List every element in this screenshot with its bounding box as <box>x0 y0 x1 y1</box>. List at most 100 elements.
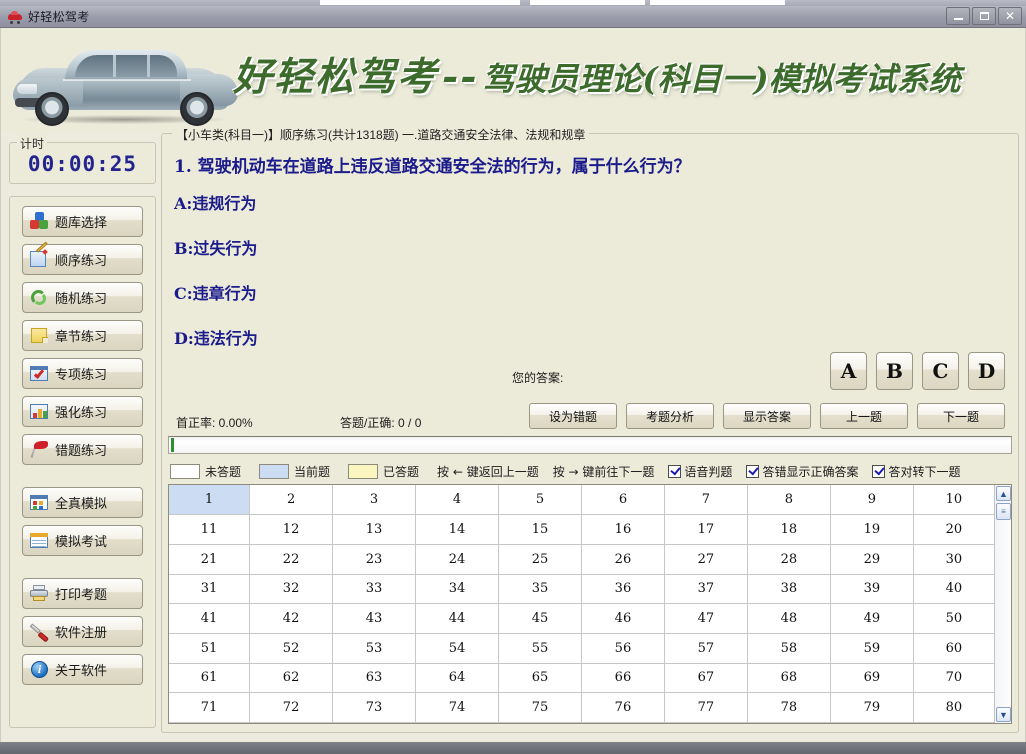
question-number-cell[interactable]: 8 <box>747 485 830 515</box>
question-number-cell[interactable]: 34 <box>416 574 499 604</box>
question-number-cell[interactable]: 80 <box>913 693 994 723</box>
question-number-cell[interactable]: 22 <box>250 544 333 574</box>
previous-question-button[interactable]: 上一题 <box>820 403 908 429</box>
question-number-cell[interactable]: 4 <box>416 485 499 515</box>
sidebar-item-mock-exam[interactable]: 模拟考试 <box>22 525 143 556</box>
question-number-cell[interactable]: 33 <box>333 574 416 604</box>
question-number-cell[interactable]: 45 <box>499 604 582 634</box>
question-number-cell[interactable]: 3 <box>333 485 416 515</box>
question-number-cell[interactable]: 25 <box>499 544 582 574</box>
question-number-cell[interactable]: 38 <box>747 574 830 604</box>
checkbox-advance-on-correct[interactable]: 答对转下一题 <box>872 463 960 480</box>
choice-button-a[interactable]: A <box>830 352 867 390</box>
question-number-cell[interactable]: 53 <box>333 633 416 663</box>
choice-button-c[interactable]: C <box>922 352 959 390</box>
question-number-cell[interactable]: 58 <box>747 633 830 663</box>
question-number-cell[interactable]: 36 <box>581 574 664 604</box>
sidebar-item-about-software[interactable]: i 关于软件 <box>22 654 143 685</box>
sidebar-item-random-practice[interactable]: 随机练习 <box>22 282 143 313</box>
scroll-down-icon[interactable]: ▼ <box>996 707 1011 722</box>
question-number-cell[interactable]: 23 <box>333 544 416 574</box>
question-number-cell[interactable]: 17 <box>664 515 747 545</box>
answer-progress-bar[interactable] <box>168 436 1012 454</box>
question-number-cell[interactable]: 73 <box>333 693 416 723</box>
choice-button-d[interactable]: D <box>968 352 1005 390</box>
question-number-cell[interactable]: 19 <box>830 515 913 545</box>
question-number-cell[interactable]: 11 <box>169 515 250 545</box>
question-number-cell[interactable]: 74 <box>416 693 499 723</box>
question-number-cell[interactable]: 20 <box>913 515 994 545</box>
question-number-cell[interactable]: 42 <box>250 604 333 634</box>
question-number-cell[interactable]: 64 <box>416 663 499 693</box>
question-number-cell[interactable]: 78 <box>747 693 830 723</box>
question-number-cell[interactable]: 54 <box>416 633 499 663</box>
question-number-cell[interactable]: 30 <box>913 544 994 574</box>
close-button[interactable]: ✕ <box>998 7 1022 25</box>
question-number-cell[interactable]: 61 <box>169 663 250 693</box>
sidebar-item-question-bank[interactable]: 题库选择 <box>22 206 143 237</box>
question-number-cell[interactable]: 69 <box>830 663 913 693</box>
question-number-cell[interactable]: 65 <box>499 663 582 693</box>
sidebar-item-special-practice[interactable]: 专项练习 <box>22 358 143 389</box>
question-number-cell[interactable]: 62 <box>250 663 333 693</box>
question-number-cell[interactable]: 13 <box>333 515 416 545</box>
scroll-up-icon[interactable]: ▲ <box>996 486 1011 501</box>
sidebar-item-full-simulation[interactable]: 全真模拟 <box>22 487 143 518</box>
mark-wrong-button[interactable]: 设为错题 <box>529 403 617 429</box>
question-number-cell[interactable]: 18 <box>747 515 830 545</box>
question-number-cell[interactable]: 39 <box>830 574 913 604</box>
question-number-cell[interactable]: 21 <box>169 544 250 574</box>
question-number-cell[interactable]: 63 <box>333 663 416 693</box>
sidebar-item-wrong-question-practice[interactable]: 错题练习 <box>22 434 143 465</box>
sidebar-item-intensive-practice[interactable]: 强化练习 <box>22 396 143 427</box>
scrollbar-thumb[interactable]: ≡ <box>996 503 1011 520</box>
question-number-cell[interactable]: 49 <box>830 604 913 634</box>
question-number-cell[interactable]: 47 <box>664 604 747 634</box>
question-number-cell[interactable]: 9 <box>830 485 913 515</box>
question-number-cell[interactable]: 1 <box>169 485 250 515</box>
question-number-cell[interactable]: 35 <box>499 574 582 604</box>
question-number-cell[interactable]: 68 <box>747 663 830 693</box>
sidebar-item-chapter-practice[interactable]: 章节练习 <box>22 320 143 351</box>
question-number-cell[interactable]: 59 <box>830 633 913 663</box>
question-number-cell[interactable]: 12 <box>250 515 333 545</box>
question-number-cell[interactable]: 6 <box>581 485 664 515</box>
question-number-cell[interactable]: 79 <box>830 693 913 723</box>
question-number-cell[interactable]: 50 <box>913 604 994 634</box>
question-number-cell[interactable]: 51 <box>169 633 250 663</box>
question-number-cell[interactable]: 32 <box>250 574 333 604</box>
checkbox-show-correct-on-wrong[interactable]: 答错显示正确答案 <box>746 463 858 480</box>
question-number-cell[interactable]: 24 <box>416 544 499 574</box>
question-number-cell[interactable]: 43 <box>333 604 416 634</box>
sidebar-item-software-registration[interactable]: 软件注册 <box>22 616 143 647</box>
question-number-cell[interactable]: 15 <box>499 515 582 545</box>
question-number-cell[interactable]: 10 <box>913 485 994 515</box>
title-bar[interactable]: 好轻松驾考 ✕ <box>0 6 1026 28</box>
next-question-button[interactable]: 下一题 <box>917 403 1005 429</box>
question-number-cell[interactable]: 31 <box>169 574 250 604</box>
question-number-cell[interactable]: 48 <box>747 604 830 634</box>
maximize-button[interactable] <box>972 7 996 25</box>
question-number-cell[interactable]: 7 <box>664 485 747 515</box>
question-number-cell[interactable]: 60 <box>913 633 994 663</box>
question-number-cell[interactable]: 14 <box>416 515 499 545</box>
question-number-cell[interactable]: 70 <box>913 663 994 693</box>
question-number-cell[interactable]: 57 <box>664 633 747 663</box>
question-number-cell[interactable]: 16 <box>581 515 664 545</box>
question-number-cell[interactable]: 76 <box>581 693 664 723</box>
choice-button-b[interactable]: B <box>876 352 913 390</box>
question-number-cell[interactable]: 41 <box>169 604 250 634</box>
question-number-cell[interactable]: 40 <box>913 574 994 604</box>
question-number-cell[interactable]: 71 <box>169 693 250 723</box>
checkbox-voice-judgement[interactable]: 语音判题 <box>668 463 732 480</box>
sidebar-item-sequential-practice[interactable]: 顺序练习 <box>22 244 143 275</box>
question-number-cell[interactable]: 26 <box>581 544 664 574</box>
question-number-cell[interactable]: 37 <box>664 574 747 604</box>
grid-scrollbar[interactable]: ▲ ≡ ▼ <box>994 485 1011 723</box>
question-number-cell[interactable]: 72 <box>250 693 333 723</box>
sidebar-item-print-questions[interactable]: 打印考题 <box>22 578 143 609</box>
question-number-cell[interactable]: 44 <box>416 604 499 634</box>
question-number-cell[interactable]: 67 <box>664 663 747 693</box>
question-number-cell[interactable]: 56 <box>581 633 664 663</box>
question-analysis-button[interactable]: 考题分析 <box>626 403 714 429</box>
